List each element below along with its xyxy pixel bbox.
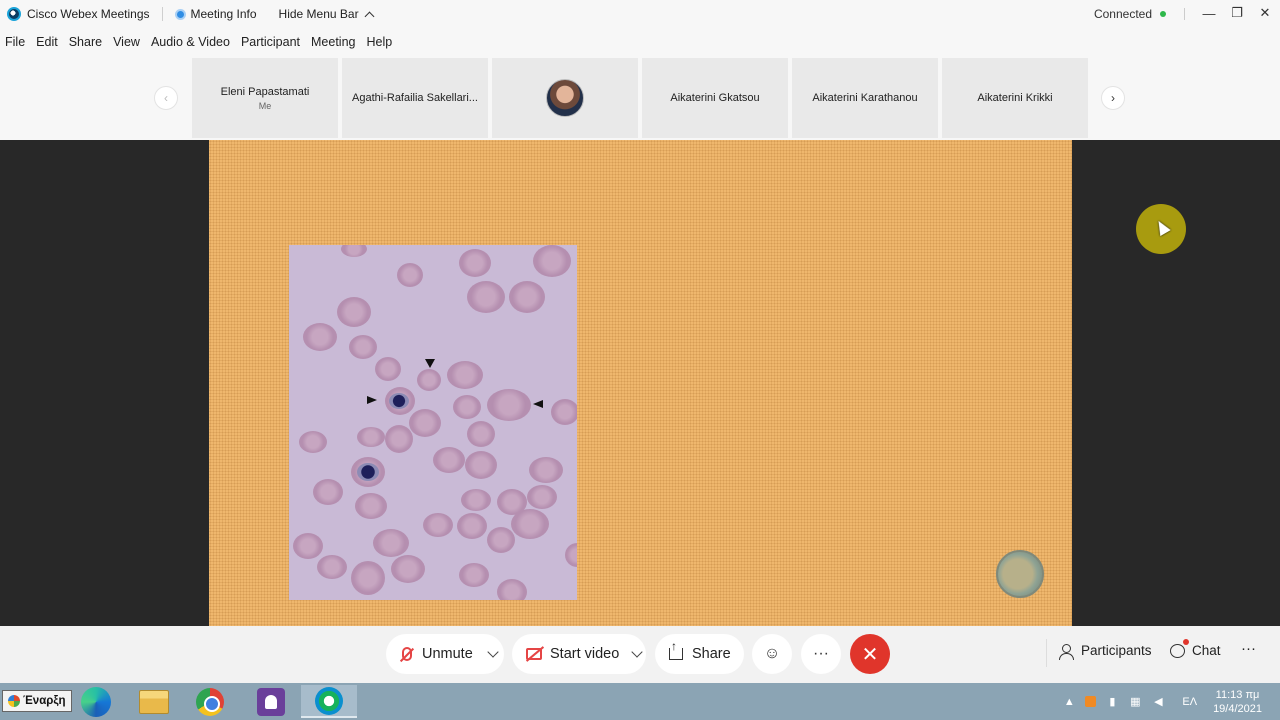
chat-label: Chat [1192, 643, 1221, 658]
clock-time: 11:13 πμ [1215, 688, 1260, 701]
close-button[interactable]: ✕ [1255, 4, 1275, 22]
taskbar-edge[interactable] [68, 685, 124, 718]
menu-meeting[interactable]: Meeting [311, 35, 355, 49]
unread-badge [1183, 638, 1189, 645]
system-tray: ▲ ▮ ▦ ◀ ΕΛ 11:13 πμ 19/4/2021 [1062, 683, 1280, 720]
filmstrip-next-button[interactable]: › [1101, 86, 1125, 110]
meeting-info-label: Meeting Info [190, 7, 257, 21]
arrowhead-marker [533, 400, 543, 408]
end-meeting-button[interactable]: ✕ [850, 634, 890, 674]
participant-tile[interactable]: Aikaterini Karathanou [792, 58, 938, 138]
start-video-label: Start video [550, 646, 620, 662]
hide-menu-bar-label: Hide Menu Bar [278, 7, 359, 21]
participant-video-thumbnail [546, 79, 584, 117]
shared-content-stage [0, 140, 1280, 626]
taskbar-webex[interactable] [301, 685, 357, 718]
participants-icon [1059, 643, 1074, 660]
participant-tile[interactable]: Aikaterini Krikki [942, 58, 1088, 138]
audio-options-chevron-icon[interactable] [487, 646, 499, 658]
chevron-up-icon [364, 11, 375, 21]
share-icon [669, 639, 683, 660]
unmute-button[interactable]: Unmute [386, 634, 504, 674]
video-options-chevron-icon[interactable] [631, 646, 643, 658]
menu-participant[interactable]: Participant [241, 35, 300, 49]
teams-icon [257, 687, 285, 716]
participant-tile[interactable]: Eleni Papastamati Me [192, 58, 338, 138]
menu-audio-video[interactable]: Audio & Video [151, 35, 230, 49]
start-label: Έναρξη [23, 695, 66, 707]
title-bar: Cisco Webex Meetings Meeting Info Hide M… [0, 0, 1280, 28]
participant-me-label: Me [258, 100, 272, 111]
participants-button[interactable]: Participants [1059, 643, 1152, 660]
video-off-icon [526, 648, 542, 660]
tray-overflow-icon[interactable]: ▲ [1062, 696, 1076, 708]
tray-app-icon[interactable] [1085, 696, 1097, 707]
panel-more-button[interactable]: ··· [1241, 640, 1256, 657]
participant-name: Aikaterini Karathanou [812, 92, 918, 104]
menu-help[interactable]: Help [366, 35, 392, 49]
reactions-button[interactable]: ☺ [752, 634, 792, 674]
arrowhead-marker [367, 396, 377, 404]
taskbar-file-explorer[interactable] [126, 685, 182, 718]
taskbar-teams[interactable] [243, 685, 299, 718]
participant-name: Aikaterini Gkatsou [670, 92, 760, 104]
menu-edit[interactable]: Edit [36, 35, 58, 49]
participant-tile[interactable] [492, 58, 638, 138]
filmstrip-prev-button[interactable]: ‹ [154, 86, 178, 110]
participant-tile[interactable]: Aikaterini Gkatsou [642, 58, 788, 138]
clock-date: 19/4/2021 [1213, 702, 1262, 715]
title-divider [161, 7, 163, 21]
webex-icon [315, 686, 343, 715]
menu-bar: File Edit Share View Audio & Video Parti… [0, 28, 1280, 56]
meeting-controls: Unmute Start video Share ☺ ··· ✕ Partici… [0, 626, 1280, 683]
restore-button[interactable]: ❐ [1227, 4, 1247, 22]
network-icon[interactable]: ▦ [1128, 696, 1142, 708]
controls-divider [1046, 639, 1047, 667]
share-label: Share [692, 646, 731, 662]
connection-status-label: Connected [1093, 7, 1152, 21]
start-video-button[interactable]: Start video [512, 634, 646, 674]
app-title: Cisco Webex Meetings [27, 7, 150, 21]
menu-file[interactable]: File [5, 35, 25, 49]
os-taskbar: Έναρξη ▲ ▮ ▦ ◀ ΕΛ 11:13 πμ 19/4/2021 [0, 683, 1280, 720]
folder-icon [139, 689, 169, 714]
participant-tile[interactable]: Agathi-Rafailia Sakellari... [342, 58, 488, 138]
window-controls-divider [1184, 8, 1185, 20]
webex-logo-icon [7, 7, 21, 21]
hide-menu-bar-button[interactable]: Hide Menu Bar [278, 7, 375, 21]
info-icon [174, 8, 186, 20]
participant-name: Aikaterini Krikki [977, 92, 1053, 104]
blood-smear-micrograph [289, 245, 577, 600]
taskbar-chrome[interactable] [182, 685, 238, 718]
mic-muted-icon [402, 647, 412, 661]
windows-logo-icon [8, 695, 20, 707]
start-button[interactable]: Έναρξη [2, 690, 72, 712]
participant-filmstrip: ‹ Eleni Papastamati Me Agathi-Rafailia S… [0, 56, 1280, 140]
participants-label: Participants [1081, 643, 1152, 658]
connection-status: Connected [1094, 7, 1166, 21]
battery-icon[interactable]: ▮ [1105, 696, 1119, 708]
volume-icon[interactable]: ◀ [1151, 696, 1165, 708]
connected-dot-icon [1160, 11, 1166, 17]
clock[interactable]: 11:13 πμ 19/4/2021 [1213, 688, 1262, 716]
participant-name: Eleni Papastamati [220, 85, 310, 98]
participant-name: Agathi-Rafailia Sakellari... [352, 92, 478, 104]
chrome-icon [196, 687, 224, 716]
menu-share[interactable]: Share [69, 35, 102, 49]
edge-icon [81, 686, 111, 717]
input-language-indicator[interactable]: ΕΛ [1182, 696, 1197, 708]
share-button[interactable]: Share [655, 634, 744, 674]
minimize-button[interactable]: — [1199, 4, 1219, 22]
arrowhead-marker [425, 359, 435, 368]
self-view-thumbnail[interactable] [996, 550, 1044, 598]
chat-button[interactable]: Chat [1170, 638, 1221, 658]
meeting-info-button[interactable]: Meeting Info [174, 7, 257, 21]
more-options-button[interactable]: ··· [801, 634, 841, 674]
menu-view[interactable]: View [113, 35, 140, 49]
shared-slide [209, 140, 1072, 626]
chat-icon [1170, 638, 1189, 658]
unmute-label: Unmute [422, 646, 473, 662]
